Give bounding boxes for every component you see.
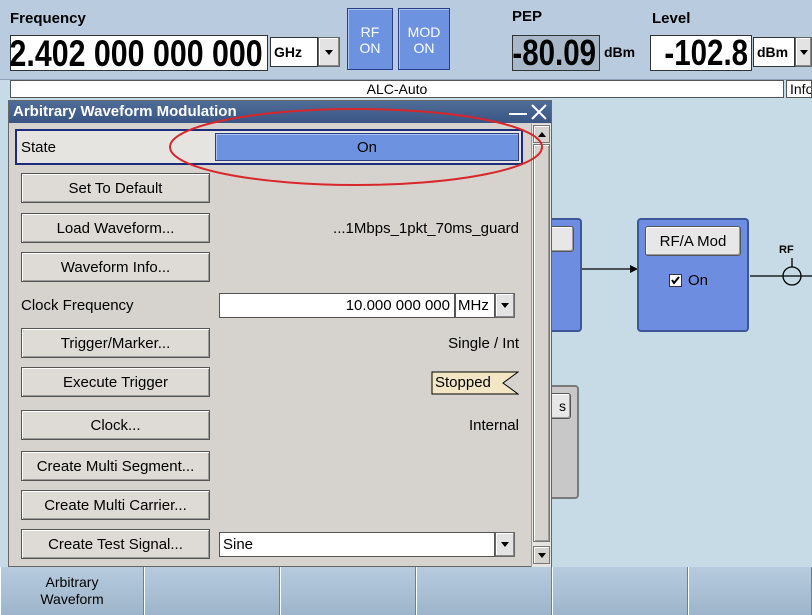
pep-value: -80.09 — [512, 32, 600, 73]
trigger-status-text: Stopped — [435, 374, 491, 391]
softkey-5[interactable] — [552, 567, 688, 615]
scroll-down-button[interactable] — [533, 546, 550, 564]
level-value-text: -102.8 — [664, 32, 748, 73]
create-test-signal-button[interactable]: Create Test Signal... — [21, 529, 210, 559]
mod-label: MOD — [407, 24, 441, 40]
create-multi-segment-button[interactable]: Create Multi Segment... — [21, 451, 210, 481]
softkey-bar: Arbitrary Waveform — [0, 567, 812, 615]
pep-value-text: -80.09 — [512, 32, 596, 73]
execute-trigger-button[interactable]: Execute Trigger — [21, 367, 210, 397]
trigger-mode-value: Single / Int — [448, 335, 519, 352]
pep-label: PEP — [512, 8, 543, 25]
softkey-6[interactable] — [688, 567, 812, 615]
load-waveform-button[interactable]: Load Waveform... — [21, 213, 210, 243]
level-unit[interactable]: dBm — [753, 37, 795, 67]
clock-button[interactable]: Clock... — [21, 410, 210, 440]
waveform-info-button[interactable]: Waveform Info... — [21, 252, 210, 282]
test-signal-dropdown[interactable] — [495, 532, 515, 557]
chevron-down-icon — [501, 303, 509, 308]
level-label: Level — [652, 10, 691, 27]
state-label: State — [21, 139, 57, 156]
rfa-on-label: On — [688, 272, 709, 289]
chevron-down-icon — [325, 49, 333, 55]
loaded-waveform-file: ...1Mbps_1pkt_70ms_guard — [333, 220, 519, 237]
highlight-ellipse-annotation — [169, 108, 543, 186]
level-unit-dropdown-button[interactable] — [795, 37, 812, 67]
rfa-on-checkbox-row[interactable]: On — [669, 272, 708, 289]
softkey-3[interactable] — [280, 567, 416, 615]
chevron-down-icon — [799, 49, 808, 55]
softkey-1-line2: Waveform — [40, 591, 104, 607]
rf-on-button[interactable]: RF ON — [347, 8, 393, 70]
clock-source-value: Internal — [468, 417, 519, 434]
frequency-label: Frequency — [10, 10, 86, 27]
rfa-mod-button[interactable]: RF/A Mod — [645, 226, 741, 256]
clock-frequency-input[interactable]: 10.000 000 000 — [219, 293, 455, 318]
pep-unit: dBm — [604, 44, 636, 60]
frequency-value[interactable]: 2.402 000 000 000 — [9, 32, 268, 74]
dialog-scrollbar[interactable] — [531, 124, 551, 567]
info-label: Info — [790, 81, 812, 97]
chevron-down-icon — [537, 552, 546, 558]
frequency-value-text: 2.402 000 000 000 — [9, 32, 263, 74]
softkey-1-line1: Arbitrary — [45, 574, 99, 590]
mod-on-button[interactable]: MOD ON — [398, 8, 450, 70]
create-multi-carrier-button[interactable]: Create Multi Carrier... — [21, 490, 210, 520]
trigger-status-indicator: Stopped — [431, 371, 519, 395]
clock-frequency-unit-dropdown[interactable] — [495, 293, 515, 318]
frequency-unit-dropdown-button[interactable] — [318, 37, 340, 67]
scroll-thumb[interactable] — [533, 144, 550, 542]
secondary-block-button-label: s — [559, 398, 566, 414]
level-value[interactable]: -102.8 — [650, 35, 752, 71]
clock-frequency-label: Clock Frequency — [21, 297, 134, 314]
signal-arrow-1 — [582, 265, 638, 273]
chevron-down-icon — [501, 542, 509, 547]
softkey-arbitrary-waveform[interactable]: Arbitrary Waveform — [0, 567, 144, 615]
rf-output-label: RF — [779, 244, 794, 256]
check-icon[interactable] — [669, 274, 682, 287]
trigger-marker-button[interactable]: Trigger/Marker... — [21, 328, 210, 358]
test-signal-select[interactable]: Sine — [219, 532, 495, 557]
alc-status: ALC-Auto — [366, 81, 428, 97]
alc-status-strip: ALC-Auto — [10, 80, 784, 98]
header-bar: Frequency 2.402 000 000 000 GHz RF ON MO… — [0, 0, 812, 98]
rf-state: ON — [359, 40, 381, 56]
mod-state: ON — [413, 40, 435, 56]
rf-label: RF — [360, 24, 380, 40]
softkey-4[interactable] — [416, 567, 552, 615]
rfa-mod-block: RF/A Mod On — [637, 218, 749, 332]
clock-frequency-unit[interactable]: MHz — [455, 293, 495, 318]
info-button[interactable]: Info — [786, 80, 812, 98]
frequency-unit[interactable]: GHz — [270, 37, 318, 67]
softkey-2[interactable] — [144, 567, 280, 615]
